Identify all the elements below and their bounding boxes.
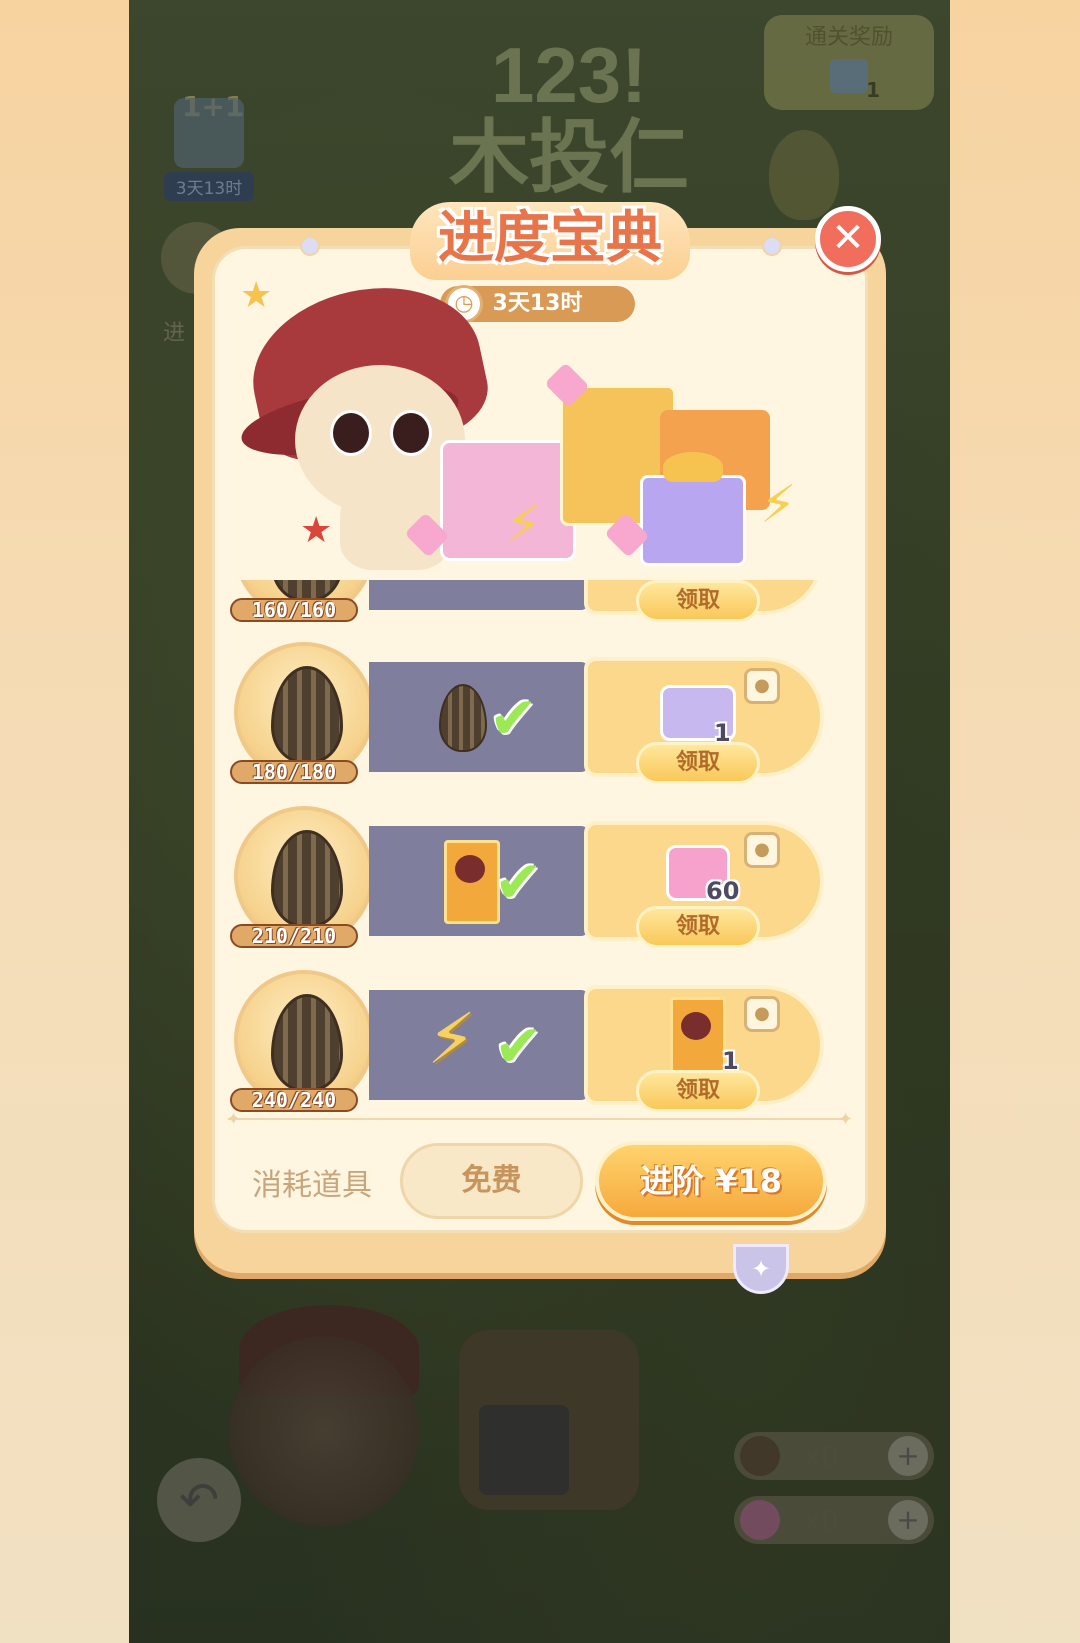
consume-items-label: 消耗道具 xyxy=(252,1168,372,1203)
check-icon: ✔ xyxy=(494,848,543,916)
check-icon: ✔ xyxy=(489,684,538,752)
lock-icon: ● xyxy=(744,668,780,704)
claim-button[interactable]: 领取 xyxy=(636,906,760,948)
free-reward-slot xyxy=(369,580,589,610)
tier-progress: 240/240 xyxy=(230,1088,358,1112)
free-tier-button[interactable]: 免费 xyxy=(400,1143,583,1219)
free-reward-slot: ⚡ ✔ xyxy=(369,990,589,1100)
reward-quantity: 60 xyxy=(706,877,740,905)
bow-icon xyxy=(663,452,723,482)
reward-row: 180/180 ✔ 1 ● 领取 xyxy=(214,642,834,784)
seed-icon xyxy=(271,666,343,764)
lightning-icon: ⚡ xyxy=(505,495,542,555)
cat-card-icon xyxy=(444,840,500,924)
reward-row: 240/240 ⚡ ✔ 1 ● 领取 xyxy=(214,970,834,1112)
star-icon: ★ xyxy=(300,510,333,551)
seed-icon xyxy=(271,994,343,1092)
reward-list[interactable]: 160/160 领取 180/180 ✔ 1 ● 领取 210/210 ✔ 60… xyxy=(214,580,834,1120)
reward-row: 210/210 ✔ 60 ● 领取 xyxy=(214,806,834,948)
sparkle-icon: ✦ xyxy=(838,1109,854,1130)
modal-title: 进度宝典 xyxy=(438,206,662,271)
lightning-icon: ⚡ xyxy=(427,998,477,1080)
claim-button[interactable]: 领取 xyxy=(636,580,760,622)
seed-icon xyxy=(271,830,343,928)
decor-bead xyxy=(762,236,782,256)
cat-card-icon xyxy=(670,997,726,1081)
decor-bead xyxy=(300,236,320,256)
free-reward-slot: ✔ xyxy=(369,662,589,772)
seed-icon xyxy=(439,684,487,752)
lock-icon: ● xyxy=(744,832,780,868)
star-icon: ★ xyxy=(240,275,273,316)
list-divider xyxy=(228,1118,848,1120)
cat-eye xyxy=(390,410,432,456)
free-reward-slot: ✔ xyxy=(369,826,589,936)
cat-eye xyxy=(330,410,372,456)
sparkle-icon: ✦ xyxy=(226,1109,242,1130)
tier-progress: 160/160 xyxy=(230,598,358,622)
claim-button[interactable]: 领取 xyxy=(636,742,760,784)
lock-icon: ● xyxy=(744,996,780,1032)
reward-row: 160/160 领取 xyxy=(214,580,834,622)
tier-progress: 180/180 xyxy=(230,760,358,784)
claim-button[interactable]: 领取 xyxy=(636,1070,760,1112)
close-button[interactable]: ✕ xyxy=(815,206,881,272)
hero-illustration: ★ ★ ⚡ ⚡ xyxy=(236,267,840,580)
upgrade-button[interactable]: 进阶 ¥18 xyxy=(595,1141,827,1221)
check-icon: ✔ xyxy=(494,1012,543,1080)
purple-gift-icon xyxy=(640,452,746,566)
tier-progress: 210/210 xyxy=(230,924,358,948)
lightning-icon: ⚡ xyxy=(760,475,797,535)
